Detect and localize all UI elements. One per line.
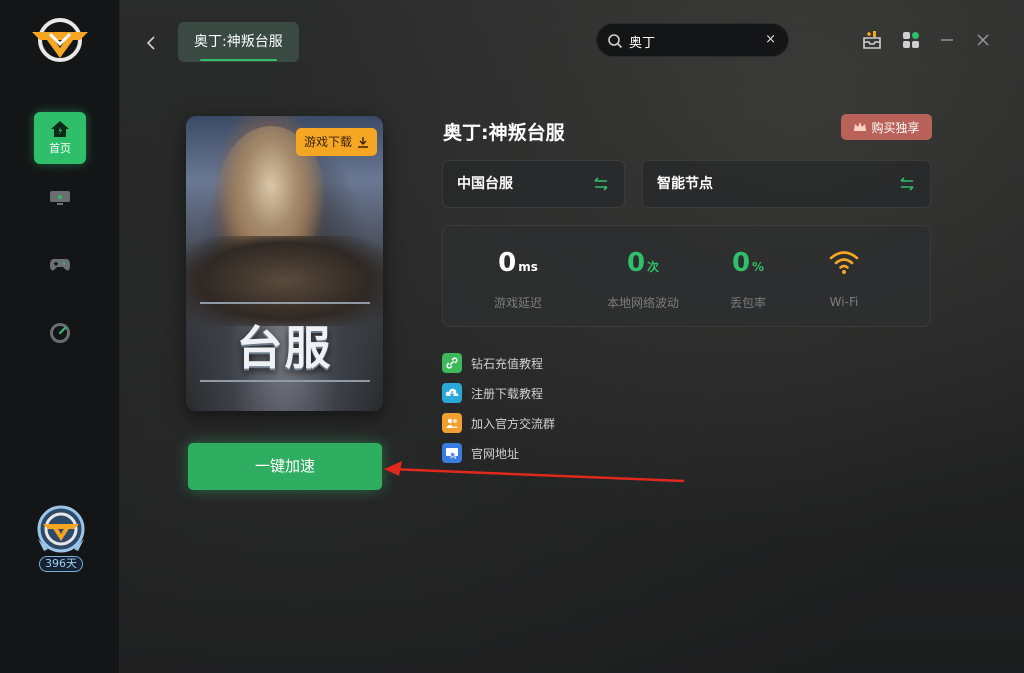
search-box[interactable]: × xyxy=(596,23,789,57)
user-avatar[interactable]: 396天 xyxy=(34,505,88,575)
swap-icon xyxy=(900,177,914,191)
link-official-website[interactable]: 官网地址 xyxy=(442,442,519,464)
node-label: 智能节点 xyxy=(657,176,713,192)
game-download-button[interactable]: 游戏下载 xyxy=(296,128,378,156)
wifi-icon xyxy=(829,251,859,274)
link-diamond-recharge[interactable]: 钻石充值教程 xyxy=(442,352,543,374)
sidebar-item-devices[interactable] xyxy=(34,172,86,224)
packet-loss-unit: % xyxy=(752,260,765,274)
website-icon xyxy=(442,443,462,463)
node-selector[interactable]: 智能节点 xyxy=(642,160,931,208)
gift-inbox-icon[interactable] xyxy=(862,30,882,50)
latency-label: 游戏延迟 xyxy=(493,296,542,310)
latency-unit: ms xyxy=(518,260,538,274)
avatar xyxy=(37,505,85,553)
packet-loss-value: 0 xyxy=(731,248,751,278)
packet-loss-label: 丢包率 xyxy=(729,296,766,310)
server-selector[interactable]: 中国台服 xyxy=(442,160,625,208)
network-stats-panel: 0 ms 游戏延迟 0次 本地网络波动 0% 丢包率 Wi-Fi xyxy=(442,225,931,327)
buy-exclusive-button[interactable]: 购买独享 xyxy=(841,114,932,140)
cover-title: 台服 xyxy=(236,321,333,375)
jitter-unit: 次 xyxy=(647,260,660,274)
tab-current-game[interactable]: 奥丁:神叛台服 xyxy=(178,22,299,62)
clear-search-button[interactable]: × xyxy=(765,32,776,47)
back-icon[interactable] xyxy=(142,34,160,52)
search-icon xyxy=(608,34,623,49)
close-icon[interactable] xyxy=(973,30,993,50)
crown-icon xyxy=(854,122,867,131)
app-logo xyxy=(30,14,90,66)
game-cover-image: 台服 游戏下载 xyxy=(186,116,383,411)
sidebar-item-label: 首页 xyxy=(49,142,71,155)
stat-packet-loss: 0% 丢包率 xyxy=(713,248,783,311)
link-icon xyxy=(442,353,462,373)
accelerate-button[interactable]: 一键加速 xyxy=(188,443,382,490)
stat-latency: 0 ms 游戏延迟 xyxy=(473,248,563,311)
buy-label: 购买独享 xyxy=(871,120,920,135)
jitter-label: 本地网络波动 xyxy=(606,296,679,310)
stat-jitter: 0次 本地网络波动 xyxy=(593,248,693,311)
cloud-download-icon xyxy=(442,383,462,403)
sidebar-item-speed[interactable] xyxy=(34,307,86,359)
sidebar-item-games[interactable] xyxy=(34,239,86,291)
stat-wifi: Wi-Fi xyxy=(813,248,875,309)
group-icon xyxy=(442,413,462,433)
sidebar-item-home[interactable]: 首页 xyxy=(34,112,86,164)
main-panel: 奥丁:神叛台服 × 台服 游戏下载 xyxy=(120,0,1024,673)
gamepad-icon xyxy=(50,259,70,271)
minimize-icon[interactable] xyxy=(937,30,957,50)
link-register-download[interactable]: 注册下载教程 xyxy=(442,382,543,404)
apps-grid-icon[interactable] xyxy=(901,30,921,50)
jitter-value: 0 xyxy=(626,248,646,278)
swap-icon xyxy=(594,177,608,191)
wifi-label: Wi-Fi xyxy=(829,295,859,309)
download-label: 游戏下载 xyxy=(304,135,353,149)
server-label: 中国台服 xyxy=(457,176,513,192)
link-join-group[interactable]: 加入官方交流群 xyxy=(442,412,555,434)
game-title: 奥丁:神叛台服 xyxy=(443,122,565,144)
search-input[interactable] xyxy=(629,30,759,52)
red-arrow-annotation xyxy=(384,461,685,483)
download-icon xyxy=(358,137,369,148)
member-days-badge: 396天 xyxy=(39,556,83,572)
monitor-icon xyxy=(50,191,70,205)
latency-value: 0 xyxy=(498,248,517,278)
sidebar: 首页 396天 xyxy=(0,0,120,673)
speedometer-icon xyxy=(50,323,70,343)
home-icon xyxy=(51,121,69,137)
